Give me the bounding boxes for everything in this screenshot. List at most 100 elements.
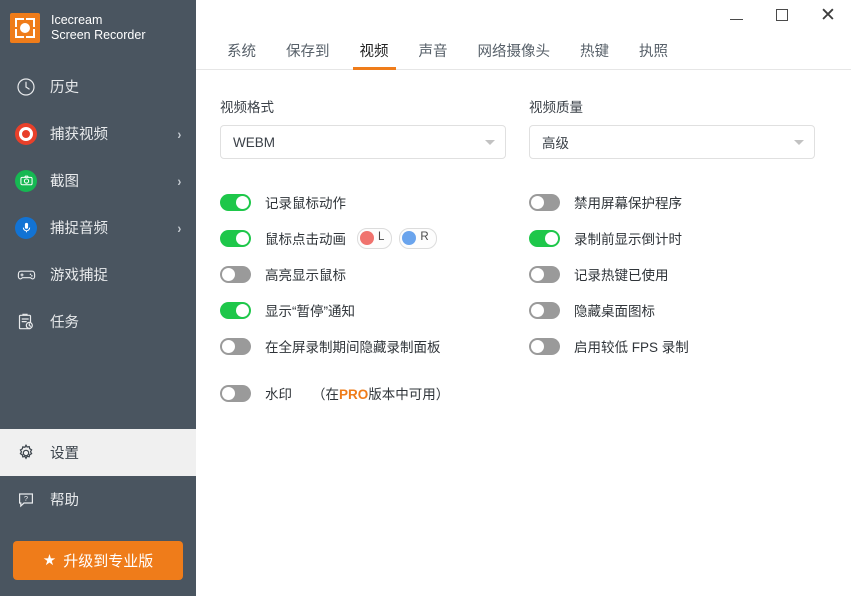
sidebar-nav: 历史 捕获视频 › 截图 › 捕捉音频 › 游戏捕捉 任务 xyxy=(0,56,196,345)
app-title-line1: Icecream xyxy=(51,13,103,27)
minimize-button[interactable] xyxy=(713,0,759,30)
tab-system[interactable]: 系统 xyxy=(212,40,271,69)
close-icon: ✕ xyxy=(820,4,836,26)
sidebar-item-label: 游戏捕捉 xyxy=(50,268,108,284)
sidebar-item-tasks[interactable]: 任务 xyxy=(0,298,196,345)
right-click-chip-label: R xyxy=(420,231,429,244)
watermark-label: 水印 xyxy=(265,387,292,402)
sidebar-item-screenshot[interactable]: 截图 › xyxy=(0,157,196,204)
video-quality-label: 视频质量 xyxy=(529,100,583,115)
chevron-down-icon xyxy=(485,139,495,145)
lower-fps-toggle[interactable] xyxy=(529,337,560,355)
record-icon xyxy=(14,122,38,146)
maximize-button[interactable] xyxy=(759,0,805,30)
highlight-cursor-toggle[interactable] xyxy=(220,265,251,283)
disable-screensaver-toggle[interactable] xyxy=(529,193,560,211)
watermark-pro-note: （在PRO版本中可用） xyxy=(312,383,449,403)
video-quality-select[interactable]: 高级 xyxy=(529,125,815,159)
toggle-label: 禁用屏幕保护程序 xyxy=(574,196,682,211)
main-panel: ✕ 系统 保存到 视频 声音 网络摄像头 热键 执照 视频格式 WEBM 记录鼠… xyxy=(196,0,851,596)
toggle-label: 隐藏桌面图标 xyxy=(574,304,655,319)
toggle-label: 记录热键已使用 xyxy=(574,268,669,283)
left-toggle-list: 记录鼠标动作 鼠标点击动画 L R 高亮显示鼠标 显示“暂停”通知 在全屏录制期… xyxy=(220,184,506,364)
hide-panel-fullscreen-toggle[interactable] xyxy=(220,337,251,355)
right-click-color-chip[interactable]: R xyxy=(399,227,437,249)
toggle-row-countdown-before-recording: 录制前显示倒计时 xyxy=(529,220,815,256)
record-hotkeys-used-toggle[interactable] xyxy=(529,265,560,283)
svg-text:?: ? xyxy=(24,494,28,503)
tasks-icon xyxy=(14,310,38,334)
toggle-label: 录制前显示倒计时 xyxy=(574,232,682,247)
countdown-before-recording-toggle[interactable] xyxy=(529,229,560,247)
sidebar-item-label: 设置 xyxy=(50,446,79,462)
tab-license[interactable]: 执照 xyxy=(624,40,683,69)
tab-video[interactable]: 视频 xyxy=(345,40,404,70)
tab-webcam[interactable]: 网络摄像头 xyxy=(463,40,566,69)
video-format-value: WEBM xyxy=(233,134,275,150)
sidebar-item-label: 历史 xyxy=(50,80,79,96)
video-format-select[interactable]: WEBM xyxy=(220,125,506,159)
sidebar-item-capture-audio[interactable]: 捕捉音频 › xyxy=(0,204,196,251)
sidebar-item-capture-video[interactable]: 捕获视频 › xyxy=(0,110,196,157)
watermark-note-prefix: （在 xyxy=(312,387,339,402)
toggle-row-lower-fps: 启用较低 FPS 录制 xyxy=(529,328,815,364)
chevron-down-icon xyxy=(794,139,804,145)
clock-icon xyxy=(14,75,38,99)
settings-tabs: 系统 保存到 视频 声音 网络摄像头 热键 执照 xyxy=(196,34,851,70)
sidebar-item-history[interactable]: 历史 xyxy=(0,63,196,110)
toggle-label: 显示“暂停”通知 xyxy=(265,304,355,319)
sidebar-item-label: 帮助 xyxy=(50,493,79,509)
record-mouse-actions-toggle[interactable] xyxy=(220,193,251,211)
toggle-row-hide-panel-fullscreen: 在全屏录制期间隐藏录制面板 xyxy=(220,328,506,364)
toggle-label: 在全屏录制期间隐藏录制面板 xyxy=(265,340,441,355)
toggle-row-hide-desktop-icons: 隐藏桌面图标 xyxy=(529,292,815,328)
chevron-right-icon: › xyxy=(177,172,182,189)
toggle-row-mouse-click-animation: 鼠标点击动画 L R xyxy=(220,220,506,256)
hide-desktop-icons-toggle[interactable] xyxy=(529,301,560,319)
settings-left-column: 视频格式 WEBM 记录鼠标动作 鼠标点击动画 L R 高亮显示鼠标 显示“暂停… xyxy=(220,96,506,411)
sidebar-item-help[interactable]: ? 帮助 xyxy=(0,476,196,523)
chevron-right-icon: › xyxy=(177,125,182,142)
sidebar-item-settings[interactable]: 设置 xyxy=(0,429,196,476)
toggle-row-highlight-cursor: 高亮显示鼠标 xyxy=(220,256,506,292)
sidebar-item-label: 捕获视频 xyxy=(50,127,108,143)
left-click-color-swatch xyxy=(360,231,374,245)
sidebar-item-game-capture[interactable]: 游戏捕捉 xyxy=(0,251,196,298)
app-title-line2: Screen Recorder xyxy=(51,28,146,42)
toggle-row-record-hotkeys-used: 记录热键已使用 xyxy=(529,256,815,292)
toggle-row-show-pause-notification: 显示“暂停”通知 xyxy=(220,292,506,328)
watermark-toggle[interactable] xyxy=(220,384,251,402)
help-icon: ? xyxy=(14,488,38,512)
toggle-label: 高亮显示鼠标 xyxy=(265,268,346,283)
show-pause-notification-toggle[interactable] xyxy=(220,301,251,319)
video-settings-content: 视频格式 WEBM 记录鼠标动作 鼠标点击动画 L R 高亮显示鼠标 显示“暂停… xyxy=(196,70,851,411)
close-button[interactable]: ✕ xyxy=(805,0,851,30)
pro-badge-text: PRO xyxy=(339,387,369,402)
camera-icon xyxy=(14,169,38,193)
tab-save-to[interactable]: 保存到 xyxy=(271,40,345,69)
tab-hotkeys[interactable]: 热键 xyxy=(565,40,624,69)
sidebar-item-label: 任务 xyxy=(50,315,79,331)
toggle-row-watermark: 水印 （在PRO版本中可用） xyxy=(220,375,506,411)
app-brand: Icecream Screen Recorder xyxy=(0,0,196,56)
video-quality-value: 高级 xyxy=(542,136,569,151)
mouse-click-animation-toggle[interactable] xyxy=(220,229,251,247)
mouse-click-color-chips: L R xyxy=(357,227,444,249)
record-frame-icon xyxy=(10,13,40,43)
watermark-note-suffix: 版本中可用） xyxy=(368,387,450,402)
tab-sound[interactable]: 声音 xyxy=(404,40,463,69)
gamepad-icon xyxy=(14,263,38,287)
upgrade-button-label: 升级到专业版 xyxy=(63,553,154,570)
right-toggle-list: 禁用屏幕保护程序 录制前显示倒计时 记录热键已使用 隐藏桌面图标 启用较低 FP… xyxy=(529,184,815,364)
app-title: Icecream Screen Recorder xyxy=(51,13,146,43)
left-click-color-chip[interactable]: L xyxy=(357,227,393,249)
sidebar: Icecream Screen Recorder 历史 捕获视频 › 截图 › … xyxy=(0,0,196,596)
upgrade-to-pro-button[interactable]: ★ 升级到专业版 xyxy=(13,541,183,580)
sidebar-bottom-nav: 设置 ? 帮助 xyxy=(0,429,196,523)
left-click-chip-label: L xyxy=(378,231,385,244)
toggle-label: 启用较低 FPS 录制 xyxy=(574,340,689,355)
toggle-label: 记录鼠标动作 xyxy=(265,196,346,211)
star-icon: ★ xyxy=(42,552,57,569)
maximize-icon xyxy=(776,9,788,21)
